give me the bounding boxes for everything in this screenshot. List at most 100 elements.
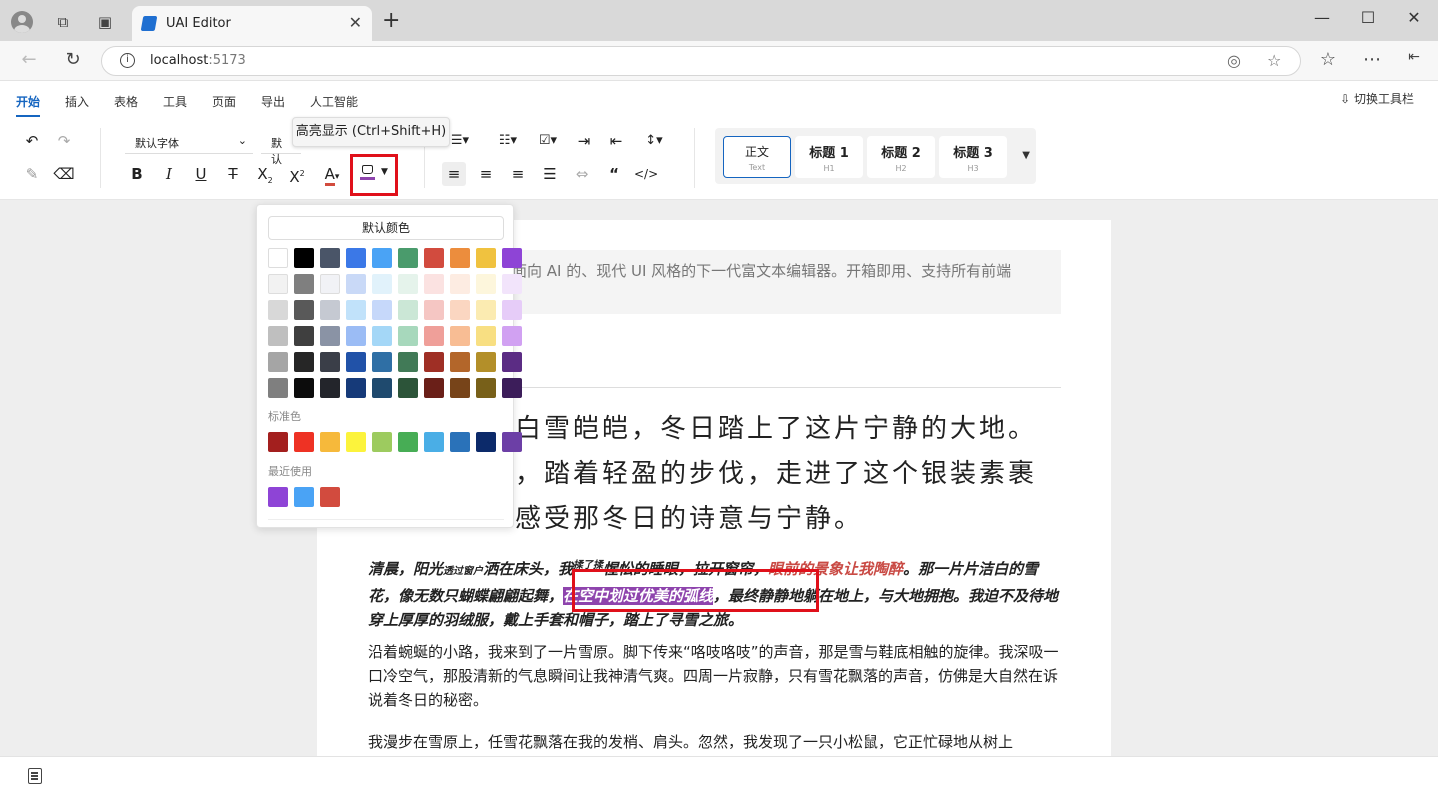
color-swatch[interactable]	[372, 352, 392, 372]
color-swatch[interactable]	[476, 326, 496, 346]
indent-icon[interactable]: ⇥	[572, 129, 596, 153]
color-swatch[interactable]	[346, 352, 366, 372]
new-tab-icon[interactable]: +	[382, 8, 400, 33]
color-swatch[interactable]	[320, 274, 340, 294]
color-swatch[interactable]	[372, 326, 392, 346]
color-swatch[interactable]	[346, 300, 366, 320]
standard-color-swatch[interactable]	[502, 432, 522, 452]
color-swatch[interactable]	[372, 378, 392, 398]
color-swatch[interactable]	[268, 274, 288, 294]
font-color-icon[interactable]: A▾	[316, 162, 348, 186]
color-swatch[interactable]	[476, 352, 496, 372]
maximize-icon[interactable]: ☐	[1353, 8, 1383, 34]
color-swatch[interactable]	[320, 326, 340, 346]
italic-icon[interactable]: I	[157, 162, 181, 186]
color-swatch[interactable]	[372, 274, 392, 294]
favorite-star-icon[interactable]: ☆	[1267, 51, 1281, 70]
align-center-icon[interactable]: ≡	[474, 162, 498, 186]
color-swatch[interactable]	[320, 352, 340, 372]
color-swatch[interactable]	[476, 248, 496, 268]
color-swatch[interactable]	[450, 248, 470, 268]
tab-page[interactable]: 页面	[212, 93, 236, 110]
quote-icon[interactable]: “	[602, 162, 626, 186]
code-icon[interactable]: </>	[634, 162, 658, 186]
default-color-button[interactable]: 默认颜色	[268, 216, 504, 240]
tab-tools[interactable]: 工具	[163, 93, 187, 110]
standard-color-swatch[interactable]	[398, 432, 418, 452]
color-swatch[interactable]	[346, 378, 366, 398]
style-h1[interactable]: 标题 1 H1	[795, 136, 863, 178]
toggle-toolbar-button[interactable]: ⇩ 切换工具栏	[1340, 90, 1414, 107]
align-right-icon[interactable]: ≡	[506, 162, 530, 186]
color-swatch[interactable]	[294, 326, 314, 346]
color-swatch[interactable]	[372, 300, 392, 320]
color-swatch[interactable]	[320, 300, 340, 320]
favorites-icon[interactable]: ☆	[1316, 49, 1340, 73]
style-text[interactable]: 正文 Text	[723, 136, 791, 178]
color-swatch[interactable]	[424, 274, 444, 294]
outdent-icon[interactable]: ⇤	[604, 129, 628, 153]
close-tab-icon[interactable]: ✕	[349, 13, 362, 32]
recent-color-swatch[interactable]	[294, 487, 314, 507]
align-justify-icon[interactable]: ☰	[538, 162, 562, 186]
standard-color-swatch[interactable]	[320, 432, 340, 452]
color-swatch[interactable]	[502, 274, 522, 294]
color-swatch[interactable]	[294, 248, 314, 268]
undo-icon[interactable]: ↶	[20, 129, 44, 153]
color-swatch[interactable]	[398, 248, 418, 268]
standard-color-swatch[interactable]	[268, 432, 288, 452]
color-swatch[interactable]	[294, 274, 314, 294]
color-swatch[interactable]	[320, 248, 340, 268]
tracking-icon[interactable]: ◎	[1227, 51, 1241, 70]
color-swatch[interactable]	[294, 352, 314, 372]
superscript-icon[interactable]: X2	[285, 162, 309, 186]
color-swatch[interactable]	[424, 248, 444, 268]
color-swatch[interactable]	[268, 300, 288, 320]
close-window-icon[interactable]: ✕	[1399, 8, 1429, 34]
color-swatch[interactable]	[450, 352, 470, 372]
back-icon[interactable]: ←	[17, 49, 41, 73]
standard-color-swatch[interactable]	[372, 432, 392, 452]
standard-color-swatch[interactable]	[450, 432, 470, 452]
ordered-list-icon[interactable]: ☷▾	[490, 129, 526, 153]
style-h2[interactable]: 标题 2 H2	[867, 136, 935, 178]
color-swatch[interactable]	[268, 352, 288, 372]
color-swatch[interactable]	[398, 378, 418, 398]
color-swatch[interactable]	[372, 248, 392, 268]
standard-color-swatch[interactable]	[424, 432, 444, 452]
color-swatch[interactable]	[346, 326, 366, 346]
more-menu-icon[interactable]: ⋯	[1360, 49, 1384, 73]
color-swatch[interactable]	[476, 378, 496, 398]
color-swatch[interactable]	[268, 248, 288, 268]
subscript-icon[interactable]: X2	[253, 162, 277, 186]
redo-icon[interactable]: ↷	[52, 129, 76, 153]
color-swatch[interactable]	[268, 378, 288, 398]
color-swatch[interactable]	[294, 378, 314, 398]
tab-start[interactable]: 开始	[16, 93, 41, 117]
color-swatch[interactable]	[450, 378, 470, 398]
color-swatch[interactable]	[476, 300, 496, 320]
tab-actions-icon[interactable]: ▣	[92, 9, 118, 35]
recent-color-swatch[interactable]	[268, 487, 288, 507]
sidebar-icon[interactable]: ⇤	[1402, 49, 1426, 73]
color-swatch[interactable]	[346, 248, 366, 268]
color-swatch[interactable]	[424, 378, 444, 398]
standard-color-swatch[interactable]	[476, 432, 496, 452]
color-swatch[interactable]	[398, 326, 418, 346]
tab-table[interactable]: 表格	[114, 93, 138, 110]
workspaces-icon[interactable]: ⧉	[50, 9, 76, 35]
color-swatch[interactable]	[450, 300, 470, 320]
color-swatch[interactable]	[424, 300, 444, 320]
browser-tab[interactable]: UAI Editor ✕	[132, 6, 372, 41]
refresh-icon[interactable]: ↻	[61, 49, 85, 73]
color-swatch[interactable]	[268, 326, 288, 346]
color-swatch[interactable]	[398, 274, 418, 294]
color-swatch[interactable]	[294, 300, 314, 320]
color-swatch[interactable]	[398, 352, 418, 372]
tab-insert[interactable]: 插入	[65, 93, 89, 110]
bold-icon[interactable]: B	[125, 162, 149, 186]
bullet-list-icon[interactable]: ☰▾	[448, 129, 472, 153]
strikethrough-icon[interactable]: T	[221, 162, 245, 186]
font-family-select[interactable]: 默认字体 ⌄	[125, 130, 253, 154]
more-styles-icon[interactable]: ▼	[1022, 150, 1030, 161]
